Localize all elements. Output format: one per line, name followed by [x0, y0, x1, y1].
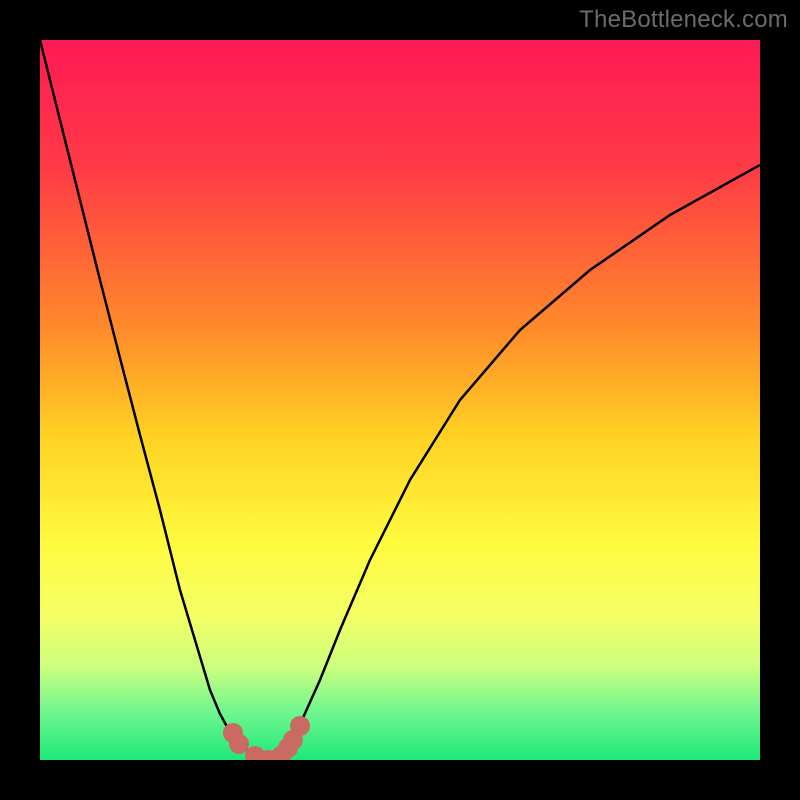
marker-point: [290, 716, 310, 736]
watermark-text: TheBottleneck.com: [579, 6, 788, 34]
plot-area: [40, 40, 760, 760]
chart-container: TheBottleneck.com: [0, 0, 800, 800]
right-curve: [270, 165, 760, 760]
marker-point: [229, 734, 249, 754]
left-curve: [40, 40, 270, 760]
curve-layer: [40, 40, 760, 760]
marker-group: [223, 716, 310, 760]
